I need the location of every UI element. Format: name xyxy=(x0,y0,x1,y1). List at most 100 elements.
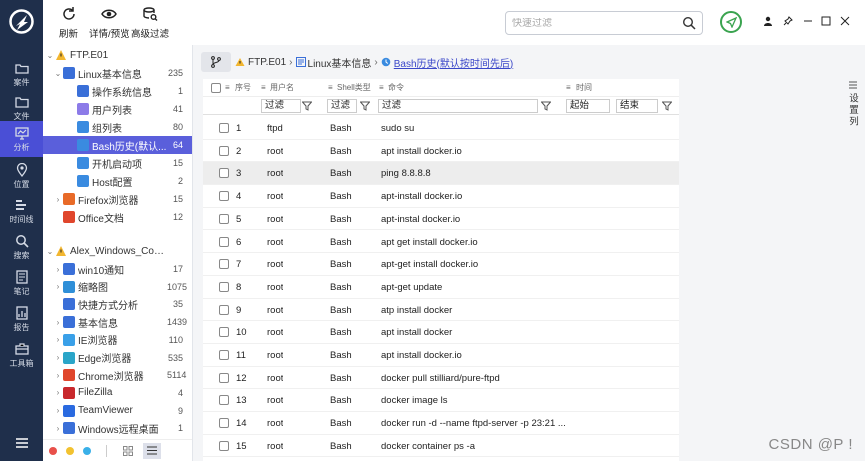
table-row[interactable]: 12 root Bash docker pull stilliard/pure-ftp… xyxy=(203,367,679,390)
table-row[interactable]: 8 root Bash apt-get update xyxy=(203,276,679,299)
expand-arrow-icon[interactable]: › xyxy=(53,424,63,433)
maximize-button[interactable] xyxy=(819,14,833,28)
table-row[interactable]: 5 root Bash apt-instal docker.io xyxy=(203,208,679,231)
row-checkbox[interactable] xyxy=(219,395,229,406)
tree-item[interactable]: › TeamViewer 9 xyxy=(43,402,192,420)
filter-icon[interactable] xyxy=(360,101,370,111)
user-filter-input[interactable]: 过滤 xyxy=(261,99,301,113)
tree-item[interactable]: Office文档 12 xyxy=(43,208,192,226)
tree-item[interactable]: ⌄ Linux基本信息 235 xyxy=(43,64,192,82)
tree-item[interactable]: 操作系统信息 1 xyxy=(43,82,192,100)
row-checkbox[interactable] xyxy=(219,304,229,315)
filter-icon[interactable] xyxy=(541,101,551,111)
breadcrumb-root[interactable]: FTP.E01 xyxy=(248,57,286,68)
table-row[interactable]: 13 root Bash docker image ls xyxy=(203,389,679,413)
expand-arrow-icon[interactable]: › xyxy=(53,265,63,274)
rail-item-report[interactable]: 报告 xyxy=(0,301,43,337)
tree-item[interactable]: 快捷方式分析 35 xyxy=(43,295,192,313)
expand-arrow-icon[interactable]: ⌄ xyxy=(53,69,63,78)
tree-item[interactable]: › Chrome浏览器 5114 xyxy=(43,366,192,384)
tree-item[interactable]: › Windows远程桌面 1 xyxy=(43,419,192,437)
tree-item[interactable]: › 基本信息 1439 xyxy=(43,313,192,331)
expand-arrow-icon[interactable]: › xyxy=(53,388,63,397)
table-row[interactable]: 2 root Bash apt install docker.io xyxy=(203,140,679,163)
breadcrumb-mid[interactable]: Linux基本信息 xyxy=(308,55,372,70)
tree-item[interactable]: Host配置 2 xyxy=(43,172,192,190)
table-row[interactable]: 7 root Bash apt-get install docker.io xyxy=(203,253,679,276)
time-start-input[interactable]: 起始 xyxy=(566,99,610,113)
time-end-input[interactable]: 结束 xyxy=(616,99,658,113)
expand-arrow-icon[interactable]: › xyxy=(53,371,63,380)
tree-item[interactable]: › FileZilla 4 xyxy=(43,384,192,402)
table-row[interactable]: 14 root Bash docker run -d --name ftpd-serv… xyxy=(203,412,679,435)
user-button[interactable] xyxy=(761,14,775,28)
advanced-filter-button[interactable]: 高级过滤 xyxy=(131,6,169,40)
header-user[interactable]: 用户名 xyxy=(270,82,294,93)
tree-item[interactable]: › Edge浏览器 535 xyxy=(43,349,192,367)
row-checkbox[interactable] xyxy=(219,213,229,224)
row-checkbox[interactable] xyxy=(219,350,229,360)
red-dot-icon[interactable] xyxy=(49,446,57,455)
row-checkbox[interactable] xyxy=(219,418,229,429)
tree-item[interactable]: ⌄ Alex_Windows_Compu... xyxy=(43,242,192,260)
rail-item-timeline[interactable]: 时间线 xyxy=(0,193,43,229)
expand-arrow-icon[interactable]: › xyxy=(53,282,63,291)
header-index[interactable]: 序号 xyxy=(235,82,251,93)
tree-item[interactable]: 组列表 80 xyxy=(43,118,192,136)
search-icon[interactable] xyxy=(682,16,696,30)
rail-item-location[interactable]: 位置 xyxy=(0,158,43,194)
branch-button[interactable] xyxy=(201,52,231,72)
row-checkbox[interactable] xyxy=(219,168,229,179)
row-checkbox[interactable] xyxy=(219,281,229,292)
tree-item[interactable]: 开机启动项 15 xyxy=(43,154,192,172)
row-checkbox[interactable] xyxy=(219,327,229,338)
expand-arrow-icon[interactable]: ⌄ xyxy=(45,247,55,256)
table-row[interactable]: 6 root Bash apt get install docker.io xyxy=(203,231,679,254)
table-row[interactable]: 10 root Bash apt install docker xyxy=(203,321,679,344)
minimize-button[interactable] xyxy=(801,14,815,28)
table-row[interactable]: 11 root Bash apt install docker.io xyxy=(203,344,679,367)
breadcrumb-current[interactable]: Bash历史(默认按时间先后) xyxy=(394,55,513,70)
blue-dot-icon[interactable] xyxy=(83,446,91,455)
rail-item-search[interactable]: 搜索 xyxy=(0,229,43,265)
table-row[interactable]: 3 root Bash ping 8.8.8.8 xyxy=(203,162,679,186)
header-command[interactable]: 命令 xyxy=(388,82,404,93)
send-button[interactable] xyxy=(720,11,742,33)
tree-item[interactable]: ⌄ FTP.E01 xyxy=(43,46,192,64)
select-all-checkbox[interactable] xyxy=(211,83,221,93)
expand-arrow-icon[interactable]: ⌄ xyxy=(45,51,55,60)
tree-item[interactable]: › Firefox浏览器 15 xyxy=(43,190,192,208)
row-checkbox[interactable] xyxy=(219,440,229,451)
row-checkbox[interactable] xyxy=(219,372,229,383)
tree-item[interactable]: › 缩略图 1075 xyxy=(43,278,192,296)
close-button[interactable] xyxy=(838,14,852,28)
rail-item-note[interactable]: 笔记 xyxy=(0,265,43,301)
shell-filter-input[interactable]: 过滤 xyxy=(327,99,357,113)
yellow-dot-icon[interactable] xyxy=(66,446,74,455)
tree-item[interactable]: › IE浏览器 110 xyxy=(43,331,192,349)
table-row[interactable]: 4 root Bash apt-install docker.io xyxy=(203,185,679,208)
table-row[interactable]: 15 root Bash docker container ps -a xyxy=(203,435,679,458)
row-checkbox[interactable] xyxy=(219,123,229,133)
list-view-button[interactable] xyxy=(143,442,161,459)
command-filter-input[interactable]: 过滤 xyxy=(378,99,538,113)
tree-item[interactable]: 用户列表 41 xyxy=(43,100,192,118)
row-checkbox[interactable] xyxy=(219,145,229,156)
filter-icon[interactable] xyxy=(302,101,312,111)
expand-arrow-icon[interactable]: › xyxy=(53,335,63,344)
header-shell[interactable]: Shell类型 xyxy=(337,82,371,93)
tree-item[interactable]: Bash历史(默认... 64 xyxy=(43,136,192,154)
quick-filter-input[interactable] xyxy=(512,17,682,29)
expand-arrow-icon[interactable]: › xyxy=(53,353,63,362)
row-checkbox[interactable] xyxy=(219,191,229,202)
row-checkbox[interactable] xyxy=(219,236,229,247)
details-preview-button[interactable]: 详情/预览 xyxy=(89,6,130,40)
rail-item-folder-case[interactable]: 案件 xyxy=(0,56,43,92)
column-settings-button[interactable]: 设置列 xyxy=(847,93,859,193)
table-row[interactable]: 1 ftpd Bash sudo su xyxy=(203,117,679,140)
rail-item-analysis[interactable]: 分析 xyxy=(0,121,43,157)
tree-item[interactable]: › win10通知 17 xyxy=(43,260,192,278)
refresh-button[interactable]: 刷新 xyxy=(59,6,78,40)
grid-view-icon[interactable] xyxy=(123,445,133,456)
table-row[interactable]: 9 root Bash atp install docker xyxy=(203,299,679,322)
